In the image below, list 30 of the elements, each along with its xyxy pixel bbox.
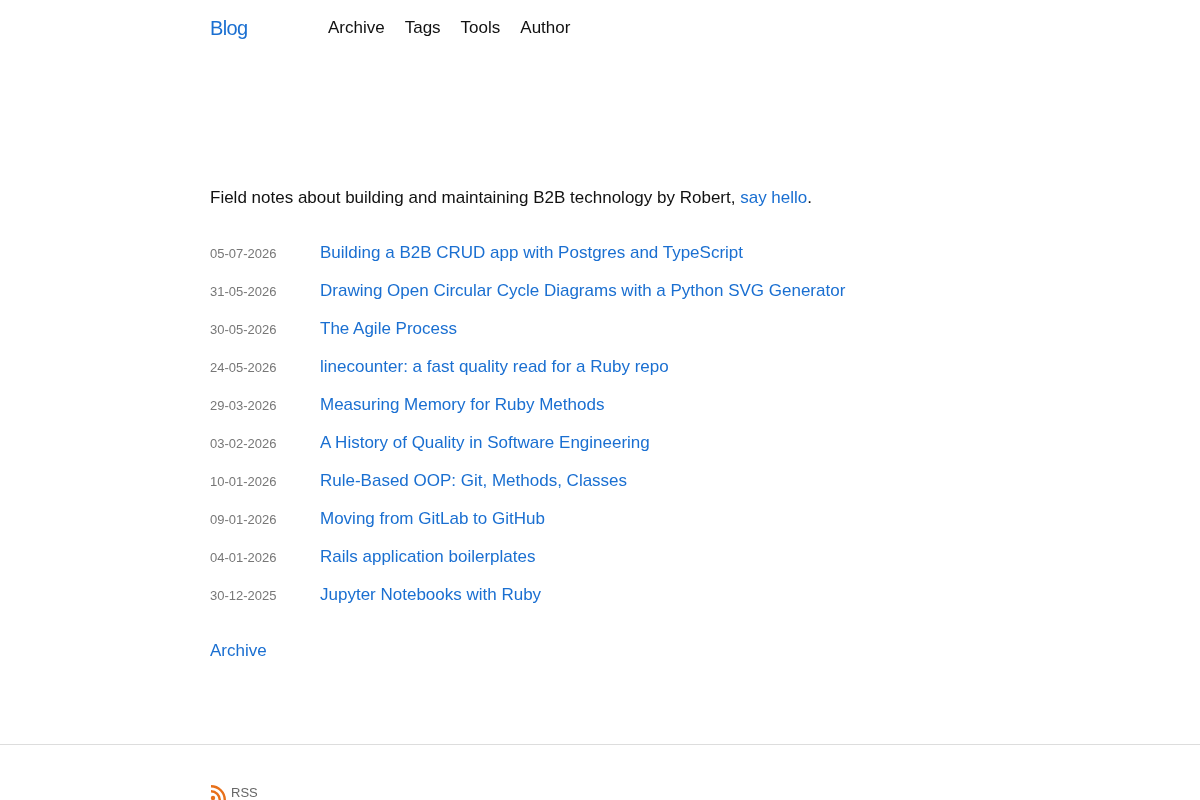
post-date: 03-02-2026 — [210, 435, 278, 451]
post-date: 24-05-2026 — [210, 359, 278, 375]
say-hello-link[interactable]: say hello — [740, 188, 808, 207]
post-title-link[interactable]: Building a B2B CRUD app with Postgres and TypeScript — [320, 242, 744, 264]
post-date: 29-03-2026 — [210, 397, 278, 413]
post-title-link[interactable]: A History of Quality in Software Engineering — [320, 432, 650, 454]
post-date: 30-05-2026 — [210, 321, 278, 337]
intro-text: Field notes about building and maintaining B2B technology by Robert, say hello. — [210, 187, 814, 209]
nav-link[interactable]: Tools — [460, 16, 501, 40]
blog-logo-link[interactable]: Blog — [210, 16, 248, 40]
post-date: 05-07-2026 — [210, 245, 278, 261]
post-title-link[interactable]: Drawing Open Circular Cycle Diagrams with a Python SVG Generator — [320, 280, 846, 302]
post-title-link[interactable]: Rule-Based OOP: Git, Methods, Classes — [320, 470, 628, 492]
post-date: 09-01-2026 — [210, 511, 278, 527]
nav-link[interactable]: Author — [520, 16, 571, 40]
post-title-link[interactable]: Moving from GitLab to GitHub — [320, 508, 545, 530]
post-date: 10-01-2026 — [210, 473, 278, 489]
post-title-link[interactable]: Measuring Memory for Ruby Methods — [320, 394, 605, 416]
nav-link[interactable]: Archive — [328, 16, 385, 40]
post-title-link[interactable]: The Agile Process — [320, 318, 457, 340]
nav-link[interactable]: Tags — [404, 16, 441, 40]
post-title-link[interactable]: Rails application boilerplates — [320, 546, 536, 568]
post-date: 04-01-2026 — [210, 549, 278, 565]
post-date: 30-12-2025 — [210, 587, 278, 603]
post-date: 31-05-2026 — [210, 283, 278, 299]
rss-link[interactable]: RSS — [210, 785, 258, 800]
rss-feed-icon — [210, 785, 226, 800]
post-title-link[interactable]: linecounter: a fast quality read for a Ruby repo — [320, 356, 669, 378]
post-title-link[interactable]: Jupyter Notebooks with Ruby — [320, 584, 542, 606]
archive-link[interactable]: Archive — [210, 639, 267, 663]
